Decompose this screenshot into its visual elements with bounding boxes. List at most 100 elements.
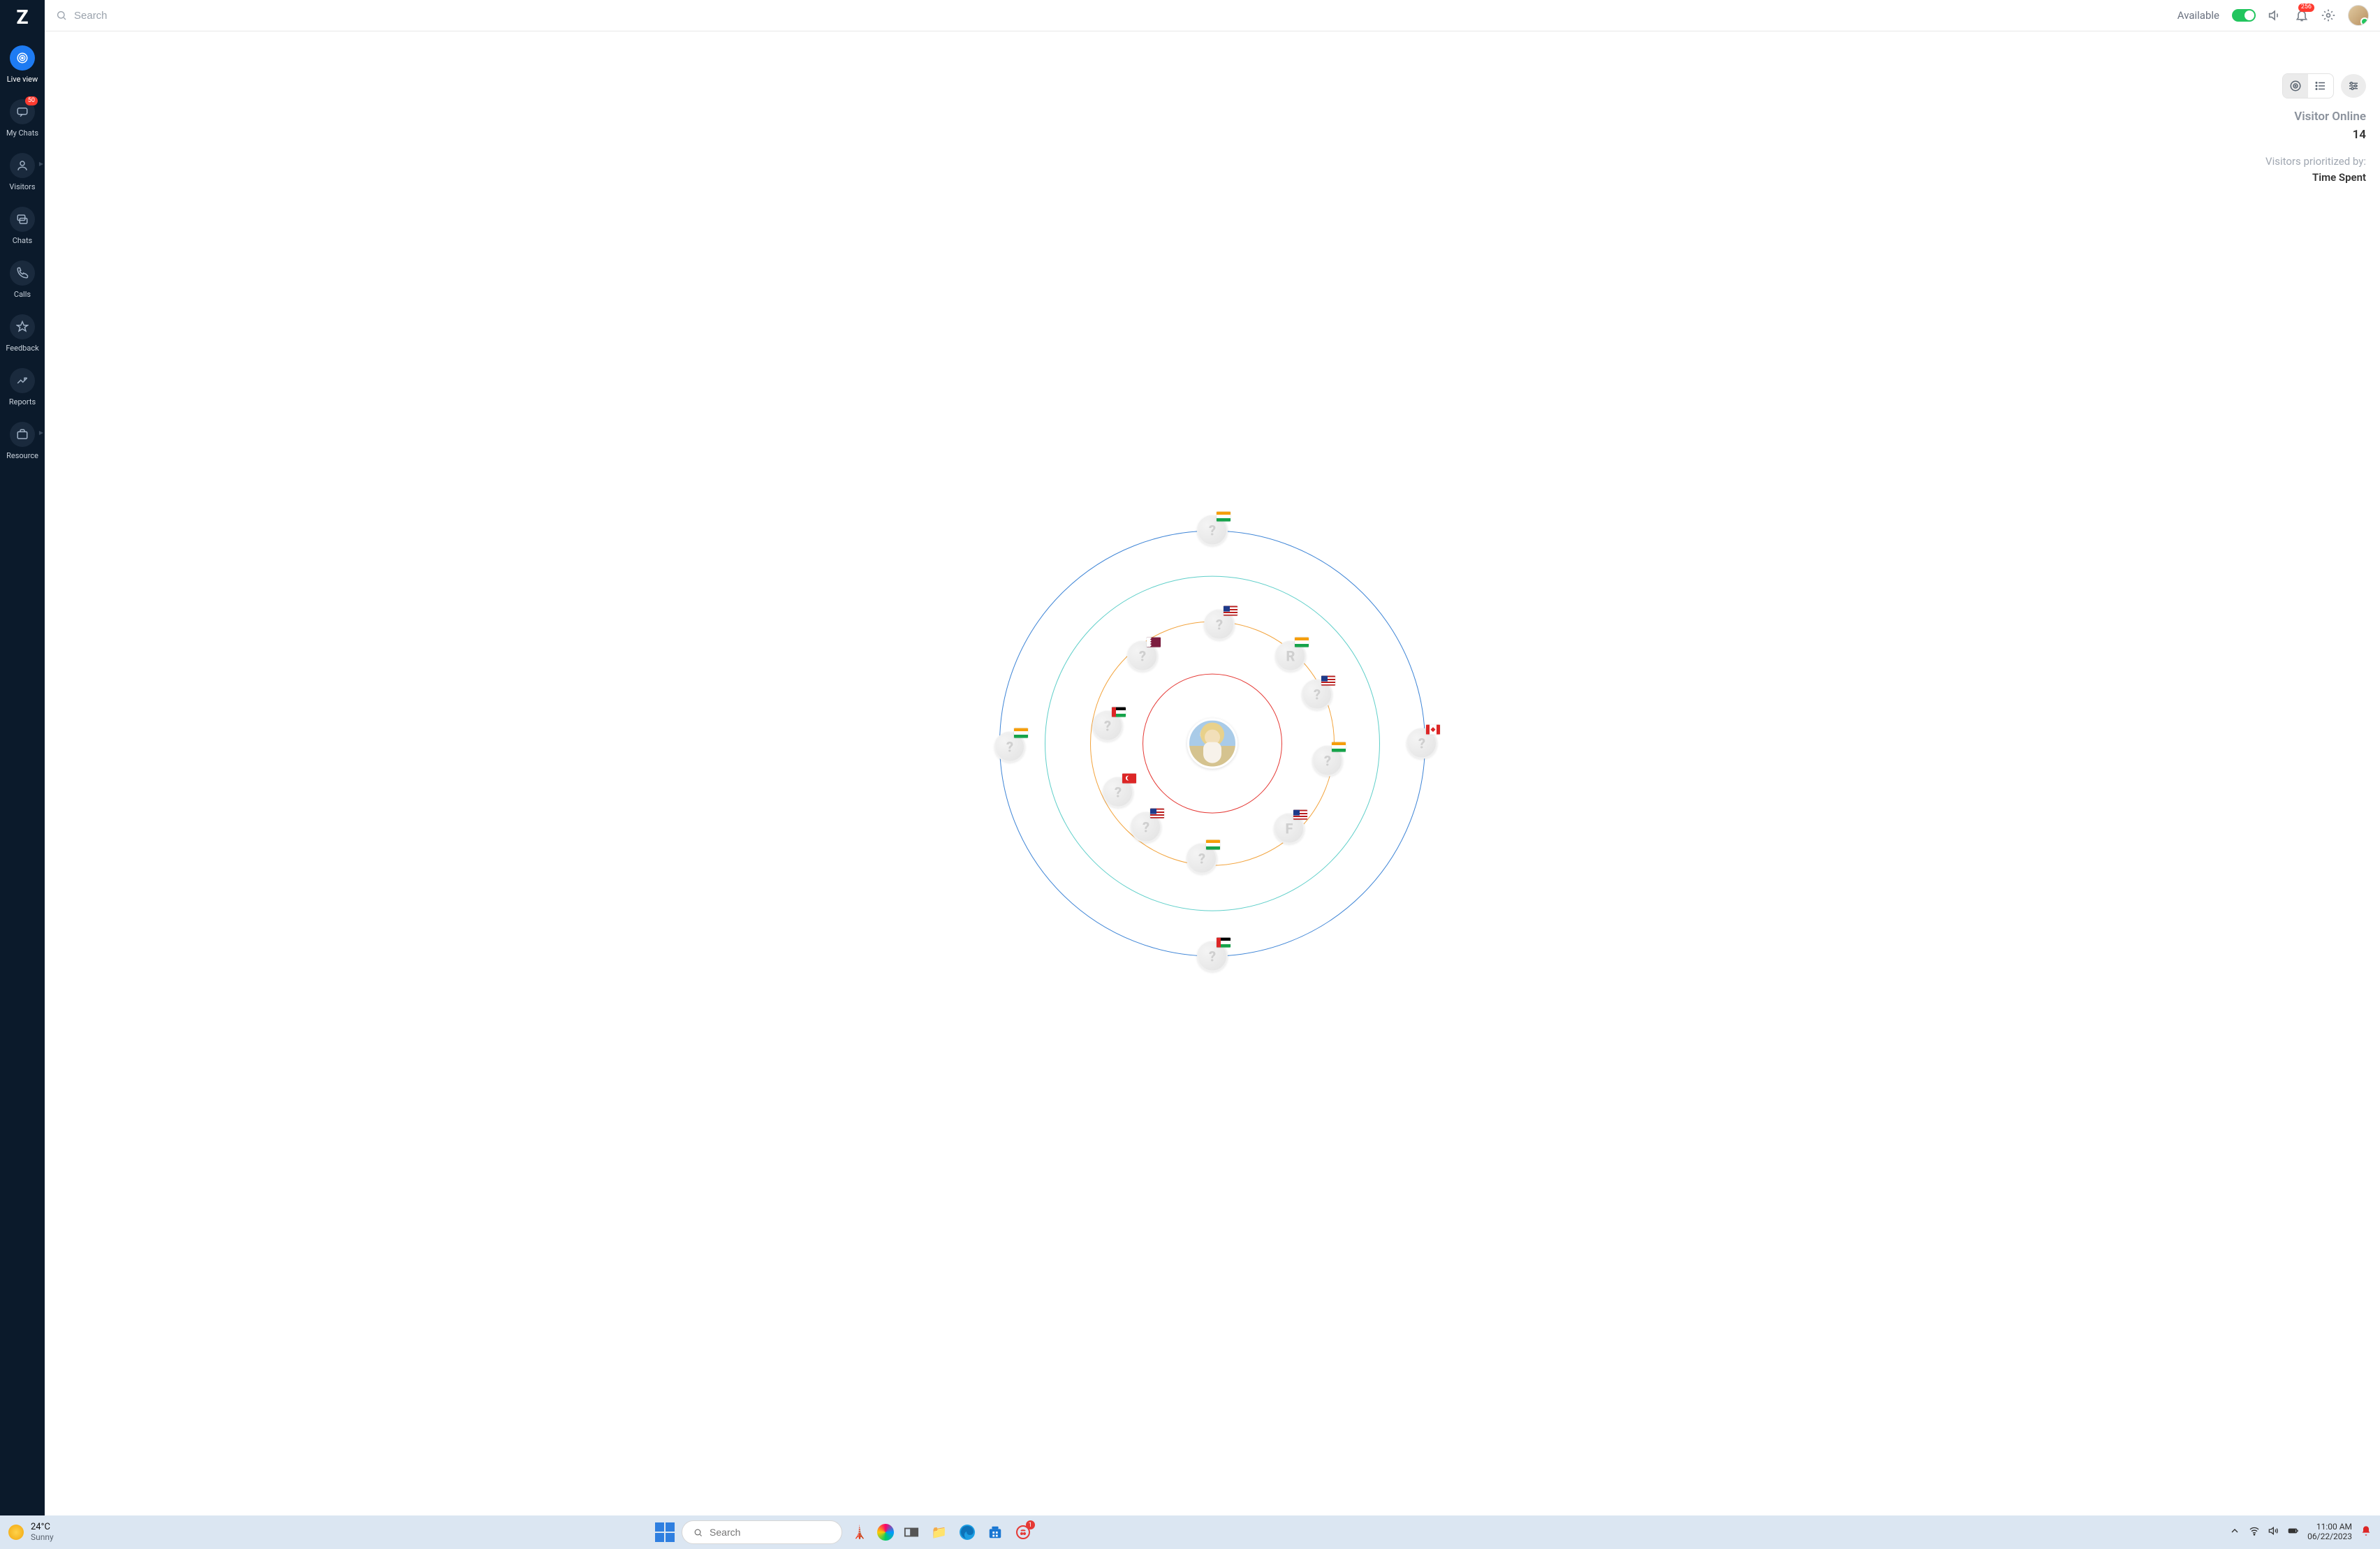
list-view-button[interactable]	[2308, 74, 2333, 98]
search-icon	[693, 1527, 703, 1538]
nav-chats[interactable]: Chats	[0, 200, 45, 254]
settings-icon[interactable]	[2321, 8, 2335, 22]
system-tray: 11:00 AM 06/22/2023	[2229, 1522, 2372, 1542]
search-wrap	[56, 10, 284, 22]
nav-label: Live view	[7, 75, 38, 84]
tray-battery-icon[interactable]	[2288, 1525, 2299, 1539]
header: Available 256	[45, 0, 2380, 31]
weather-temp: 24°C	[31, 1522, 54, 1532]
search-input[interactable]	[74, 10, 284, 22]
view-mode-toggle	[2282, 73, 2334, 98]
nav-feedback[interactable]: Feedback	[0, 307, 45, 361]
available-label: Available	[2177, 9, 2219, 22]
visitor-online-label: Visitor Online	[2265, 108, 2366, 126]
notification-badge: 256	[2298, 3, 2314, 12]
flag-icon	[1332, 742, 1346, 751]
nav-label: Resource	[6, 451, 38, 460]
nav-resource[interactable]: ▶ Resource	[0, 415, 45, 469]
nav-badge: 50	[25, 96, 38, 105]
flag-icon	[1112, 707, 1126, 717]
taskbar: 24°C Sunny 🗼 📁 1	[0, 1515, 2380, 1549]
visitor-node[interactable]	[1204, 609, 1235, 640]
nav-label: Calls	[14, 290, 31, 299]
nav-label: Reports	[9, 397, 36, 406]
notifications-icon[interactable]: 256	[2295, 8, 2309, 22]
submenu-arrow-icon: ▶	[39, 430, 43, 436]
star-icon	[10, 314, 35, 339]
tray-date: 06/22/2023	[2307, 1532, 2352, 1542]
visitor-node[interactable]	[1197, 941, 1228, 971]
nav-calls[interactable]: Calls	[0, 254, 45, 307]
flag-icon	[1206, 839, 1220, 849]
flag-icon	[1295, 637, 1309, 647]
nav-label: Chats	[13, 236, 32, 245]
visitor-node[interactable]	[1187, 843, 1217, 874]
reports-icon	[10, 368, 35, 393]
visitor-node[interactable]	[1274, 813, 1305, 844]
prioritized-by-label: Visitors prioritized by:	[2265, 154, 2366, 170]
sidebar: Z Live view 50 My Chats ▶ Visitors	[0, 0, 45, 1515]
visitor-stats: Visitor Online 14 Visitors prioritized b…	[2265, 108, 2366, 185]
nav-label: My Chats	[6, 129, 38, 138]
tray-wifi-icon[interactable]	[2249, 1525, 2260, 1539]
visitor-node[interactable]	[1127, 640, 1158, 671]
visitor-node[interactable]	[1302, 679, 1332, 710]
visitor-node[interactable]	[994, 731, 1025, 762]
nav-visitors[interactable]: ▶ Visitors	[0, 146, 45, 200]
phone-icon	[10, 260, 35, 286]
taskbar-app-taskview[interactable]	[901, 1522, 922, 1543]
nav-reports[interactable]: Reports	[0, 361, 45, 415]
visitor-node[interactable]	[1103, 777, 1133, 807]
visitor-node[interactable]	[1131, 812, 1161, 842]
search-icon	[56, 10, 67, 21]
filter-button[interactable]	[2341, 74, 2366, 98]
taskbar-search-input[interactable]	[710, 1527, 830, 1538]
radar-view-button[interactable]	[2283, 74, 2308, 98]
nav-label: Visitors	[9, 182, 35, 191]
submenu-arrow-icon: ▶	[39, 161, 43, 167]
nav-live-view[interactable]: Live view	[0, 38, 45, 92]
start-button[interactable]	[655, 1522, 675, 1542]
visitor-radar	[996, 527, 1429, 960]
taskbar-app-explorer[interactable]: 📁	[929, 1522, 950, 1543]
chats-icon	[10, 207, 35, 232]
taskbar-app-tower[interactable]: 🗼	[849, 1522, 870, 1543]
main-content: Visitor Online 14 Visitors prioritized b…	[45, 31, 2380, 1515]
prioritized-by-value: Time Spent	[2265, 170, 2366, 186]
taskbar-app-store[interactable]	[985, 1522, 1006, 1543]
sun-icon	[8, 1525, 24, 1540]
flag-icon	[1147, 637, 1161, 647]
visitor-node[interactable]	[1406, 728, 1437, 758]
visitor-node[interactable]	[1092, 710, 1123, 741]
flag-icon	[1150, 808, 1164, 818]
taskbar-app-chat[interactable]: 1	[1013, 1522, 1034, 1543]
tray-time: 11:00 AM	[2307, 1522, 2352, 1532]
tray-notifications-icon[interactable]	[2360, 1525, 2372, 1539]
weather-condition: Sunny	[31, 1533, 54, 1542]
flag-icon	[1293, 809, 1307, 819]
flag-icon	[1224, 605, 1237, 615]
tray-chevron-icon[interactable]	[2229, 1525, 2240, 1539]
flag-icon	[1217, 937, 1231, 947]
briefcase-icon	[10, 422, 35, 447]
visitor-node[interactable]	[1197, 515, 1228, 545]
app-logo: Z	[16, 6, 28, 29]
flag-icon	[1217, 511, 1231, 521]
taskbar-app-badge: 1	[1026, 1520, 1035, 1529]
available-toggle[interactable]	[2232, 9, 2256, 22]
radar-ring	[999, 530, 1425, 956]
visitor-node[interactable]	[1312, 745, 1343, 776]
flag-icon	[1321, 675, 1335, 685]
taskbar-app-edge[interactable]	[957, 1522, 978, 1543]
tray-clock[interactable]: 11:00 AM 06/22/2023	[2307, 1522, 2352, 1542]
user-avatar[interactable]	[2348, 5, 2369, 26]
taskbar-search[interactable]	[682, 1520, 842, 1544]
visitor-node[interactable]	[1275, 640, 1306, 671]
weather-widget[interactable]: 24°C Sunny	[8, 1522, 54, 1541]
nav-label: Feedback	[6, 344, 38, 353]
nav-my-chats[interactable]: 50 My Chats	[0, 92, 45, 146]
taskbar-app-copilot[interactable]	[877, 1524, 894, 1541]
tray-volume-icon[interactable]	[2268, 1525, 2279, 1539]
visitor-online-count: 14	[2265, 126, 2366, 145]
sound-icon[interactable]	[2268, 8, 2282, 22]
